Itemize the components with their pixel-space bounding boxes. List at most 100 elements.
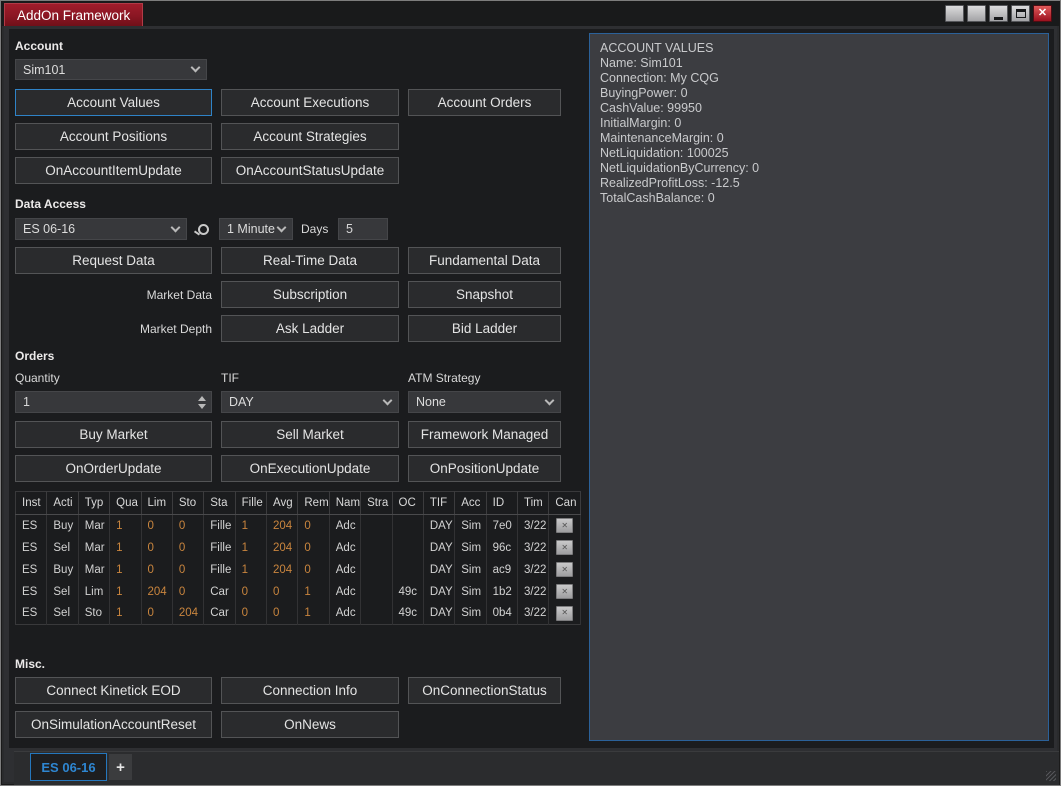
close-button[interactable]: ✕ [1033, 5, 1052, 22]
instrument-selector[interactable]: ES 06-16 [15, 218, 187, 240]
window-title-tab[interactable]: AddOn Framework [4, 3, 143, 26]
account-selector-value: Sim101 [23, 63, 65, 77]
subscription-button[interactable]: Subscription [221, 281, 399, 308]
chevron-down-icon [383, 395, 393, 405]
cancel-order-button[interactable]: ✕ [556, 562, 573, 577]
framework-managed-button[interactable]: Framework Managed [408, 421, 561, 448]
close-icon: ✕ [1038, 8, 1047, 19]
account-orders-button[interactable]: Account Orders [408, 89, 561, 116]
order-cell: ES [16, 559, 47, 581]
cancel-order-button[interactable]: ✕ [556, 606, 573, 621]
cancel-order-button[interactable]: ✕ [556, 540, 573, 555]
column-header-can[interactable]: Can [549, 492, 581, 515]
order-cell: Adc [329, 559, 360, 581]
column-header-acti[interactable]: Acti [47, 492, 78, 515]
cancel-order-button[interactable]: ✕ [556, 584, 573, 599]
order-cell-cancel: ✕ [549, 603, 581, 625]
column-header-rem[interactable]: Rem [298, 492, 329, 515]
snapshot-button[interactable]: Snapshot [408, 281, 561, 308]
column-header-tim[interactable]: Tim [518, 492, 549, 515]
minimize-icon [994, 17, 1003, 20]
order-cell: DAY [423, 581, 454, 603]
order-row[interactable]: ESSelMar100Fille12040AdcDAYSim96c3/22✕ [16, 537, 581, 559]
quantity-stepper[interactable]: 1 [15, 391, 212, 413]
order-cell: 1b2 [486, 581, 517, 603]
account-positions-button[interactable]: Account Positions [15, 123, 212, 150]
account-strategies-button[interactable]: Account Strategies [221, 123, 399, 150]
on-order-update-button[interactable]: OnOrderUpdate [15, 455, 212, 482]
order-cell: 0 [267, 581, 298, 603]
order-cell: 204 [141, 581, 172, 603]
add-tab-button[interactable]: + [109, 754, 132, 780]
order-cell: ES [16, 581, 47, 603]
column-header-inst[interactable]: Inst [16, 492, 47, 515]
maximize-icon [1016, 9, 1026, 18]
window-control-blank-2[interactable] [967, 5, 986, 22]
days-input[interactable] [338, 218, 388, 240]
window-control-blank-1[interactable] [945, 5, 964, 22]
column-header-lim[interactable]: Lim [141, 492, 172, 515]
account-values-button[interactable]: Account Values [15, 89, 212, 116]
stepper-down-icon[interactable] [198, 404, 206, 409]
order-cell: 0 [141, 559, 172, 581]
titlebar[interactable]: AddOn Framework ✕ [2, 2, 1059, 26]
maximize-button[interactable] [1011, 5, 1030, 22]
column-header-avg[interactable]: Avg [267, 492, 298, 515]
on-position-update-button[interactable]: OnPositionUpdate [408, 455, 561, 482]
tab-es-06-16[interactable]: ES 06-16 [30, 753, 107, 781]
order-cell: 0 [172, 559, 203, 581]
atm-strategy-selector[interactable]: None [408, 391, 561, 413]
ask-ladder-button[interactable]: Ask Ladder [221, 315, 399, 342]
order-cell: ES [16, 537, 47, 559]
on-connection-status-button[interactable]: OnConnectionStatus [408, 677, 561, 704]
column-header-tif[interactable]: TIF [423, 492, 454, 515]
order-row[interactable]: ESBuyMar100Fille12040AdcDAYSimac93/22✕ [16, 559, 581, 581]
column-header-fille[interactable]: Fille [235, 492, 266, 515]
column-header-id[interactable]: ID [486, 492, 517, 515]
fundamental-data-button[interactable]: Fundamental Data [408, 247, 561, 274]
request-data-button[interactable]: Request Data [15, 247, 212, 274]
column-header-typ[interactable]: Typ [78, 492, 109, 515]
account-selector[interactable]: Sim101 [15, 59, 207, 80]
order-cell: 3/22 [518, 515, 549, 537]
column-header-qua[interactable]: Qua [110, 492, 141, 515]
buy-market-button[interactable]: Buy Market [15, 421, 212, 448]
stepper-up-icon[interactable] [198, 396, 206, 401]
column-header-acc[interactable]: Acc [455, 492, 486, 515]
connect-kinetick-eod-button[interactable]: Connect Kinetick EOD [15, 677, 212, 704]
order-row[interactable]: ESBuyMar100Fille12040AdcDAYSim7e03/22✕ [16, 515, 581, 537]
bid-ladder-button[interactable]: Bid Ladder [408, 315, 561, 342]
orders-table-header-row: InstActiTypQuaLimStoStaFilleAvgRemNamStr… [16, 492, 581, 515]
interval-selector[interactable]: 1 Minute [219, 218, 293, 240]
chevron-down-icon [171, 222, 181, 232]
order-row[interactable]: ESSelSto10204Car001Adc49cDAYSim0b43/22✕ [16, 603, 581, 625]
on-simulation-account-reset-button[interactable]: OnSimulationAccountReset [15, 711, 212, 738]
on-account-status-update-button[interactable]: OnAccountStatusUpdate [221, 157, 399, 184]
on-execution-update-button[interactable]: OnExecutionUpdate [221, 455, 399, 482]
order-cell: Buy [47, 515, 78, 537]
sell-market-button[interactable]: Sell Market [221, 421, 399, 448]
instrument-search-button[interactable] [191, 218, 215, 240]
column-header-sta[interactable]: Sta [204, 492, 235, 515]
output-textbox[interactable]: ACCOUNT VALUES Name: Sim101 Connection: … [589, 33, 1049, 741]
cancel-order-button[interactable]: ✕ [556, 518, 573, 533]
minimize-button[interactable] [989, 5, 1008, 22]
order-cell: Fille [204, 537, 235, 559]
column-header-stra[interactable]: Stra [361, 492, 392, 515]
order-cell [361, 581, 392, 603]
real-time-data-button[interactable]: Real-Time Data [221, 247, 399, 274]
on-news-button[interactable]: OnNews [221, 711, 399, 738]
order-cell: 0 [298, 537, 329, 559]
order-cell: Adc [329, 603, 360, 625]
account-executions-button[interactable]: Account Executions [221, 89, 399, 116]
order-row[interactable]: ESSelLim12040Car001Adc49cDAYSim1b23/22✕ [16, 581, 581, 603]
column-header-nam[interactable]: Nam [329, 492, 360, 515]
on-account-item-update-button[interactable]: OnAccountItemUpdate [15, 157, 212, 184]
tif-selector[interactable]: DAY [221, 391, 399, 413]
connection-info-button[interactable]: Connection Info [221, 677, 399, 704]
column-header-sto[interactable]: Sto [172, 492, 203, 515]
order-cell: Mar [78, 515, 109, 537]
data-access-section-label: Data Access [15, 197, 86, 211]
column-header-oc[interactable]: OC [392, 492, 423, 515]
resize-grip[interactable] [1046, 771, 1056, 781]
